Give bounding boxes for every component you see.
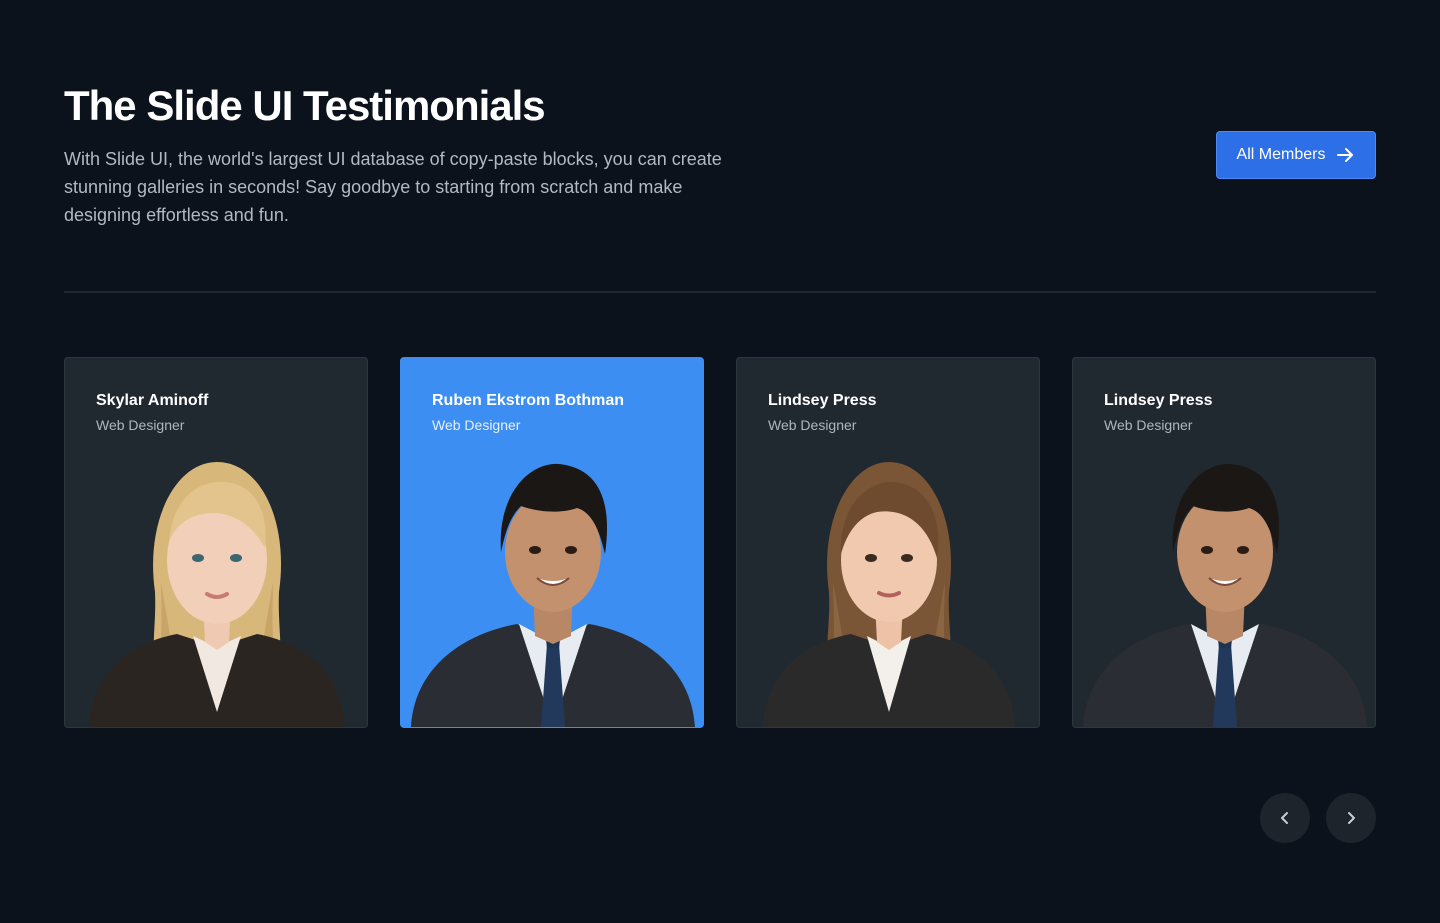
- chevron-right-icon: [1343, 810, 1359, 826]
- carousel-prev-button[interactable]: [1260, 793, 1310, 843]
- member-name: Lindsey Press: [1104, 392, 1213, 409]
- team-card[interactable]: Skylar Aminoff Web Designer: [64, 357, 368, 728]
- all-members-label: All Members: [1236, 146, 1326, 163]
- carousel-next-button[interactable]: [1326, 793, 1376, 843]
- section-divider: [64, 291, 1376, 293]
- member-name: Ruben Ekstrom Bothman: [432, 392, 625, 409]
- member-name: Lindsey Press: [768, 392, 877, 409]
- member-role: Web Designer: [432, 417, 521, 433]
- member-portrait-image: [737, 462, 1040, 727]
- member-portrait-image: [401, 462, 704, 727]
- chevron-left-icon: [1277, 810, 1293, 826]
- all-members-button[interactable]: All Members: [1216, 131, 1376, 179]
- member-role: Web Designer: [96, 417, 185, 433]
- member-name: Skylar Aminoff: [96, 392, 209, 409]
- page-title: The Slide UI Testimonials: [64, 82, 546, 129]
- member-role: Web Designer: [1104, 417, 1193, 433]
- member-portrait-image: [65, 462, 368, 727]
- team-card[interactable]: Lindsey Press Web Designer: [736, 357, 1040, 728]
- member-role: Web Designer: [768, 417, 857, 433]
- arrow-right-icon: [1335, 145, 1355, 165]
- member-portrait-image: [1073, 462, 1376, 727]
- team-card-active[interactable]: Ruben Ekstrom Bothman Web Designer: [400, 357, 704, 728]
- page-description: With Slide UI, the world's largest UI da…: [64, 149, 722, 225]
- team-card[interactable]: Lindsey Press Web Designer: [1072, 357, 1376, 728]
